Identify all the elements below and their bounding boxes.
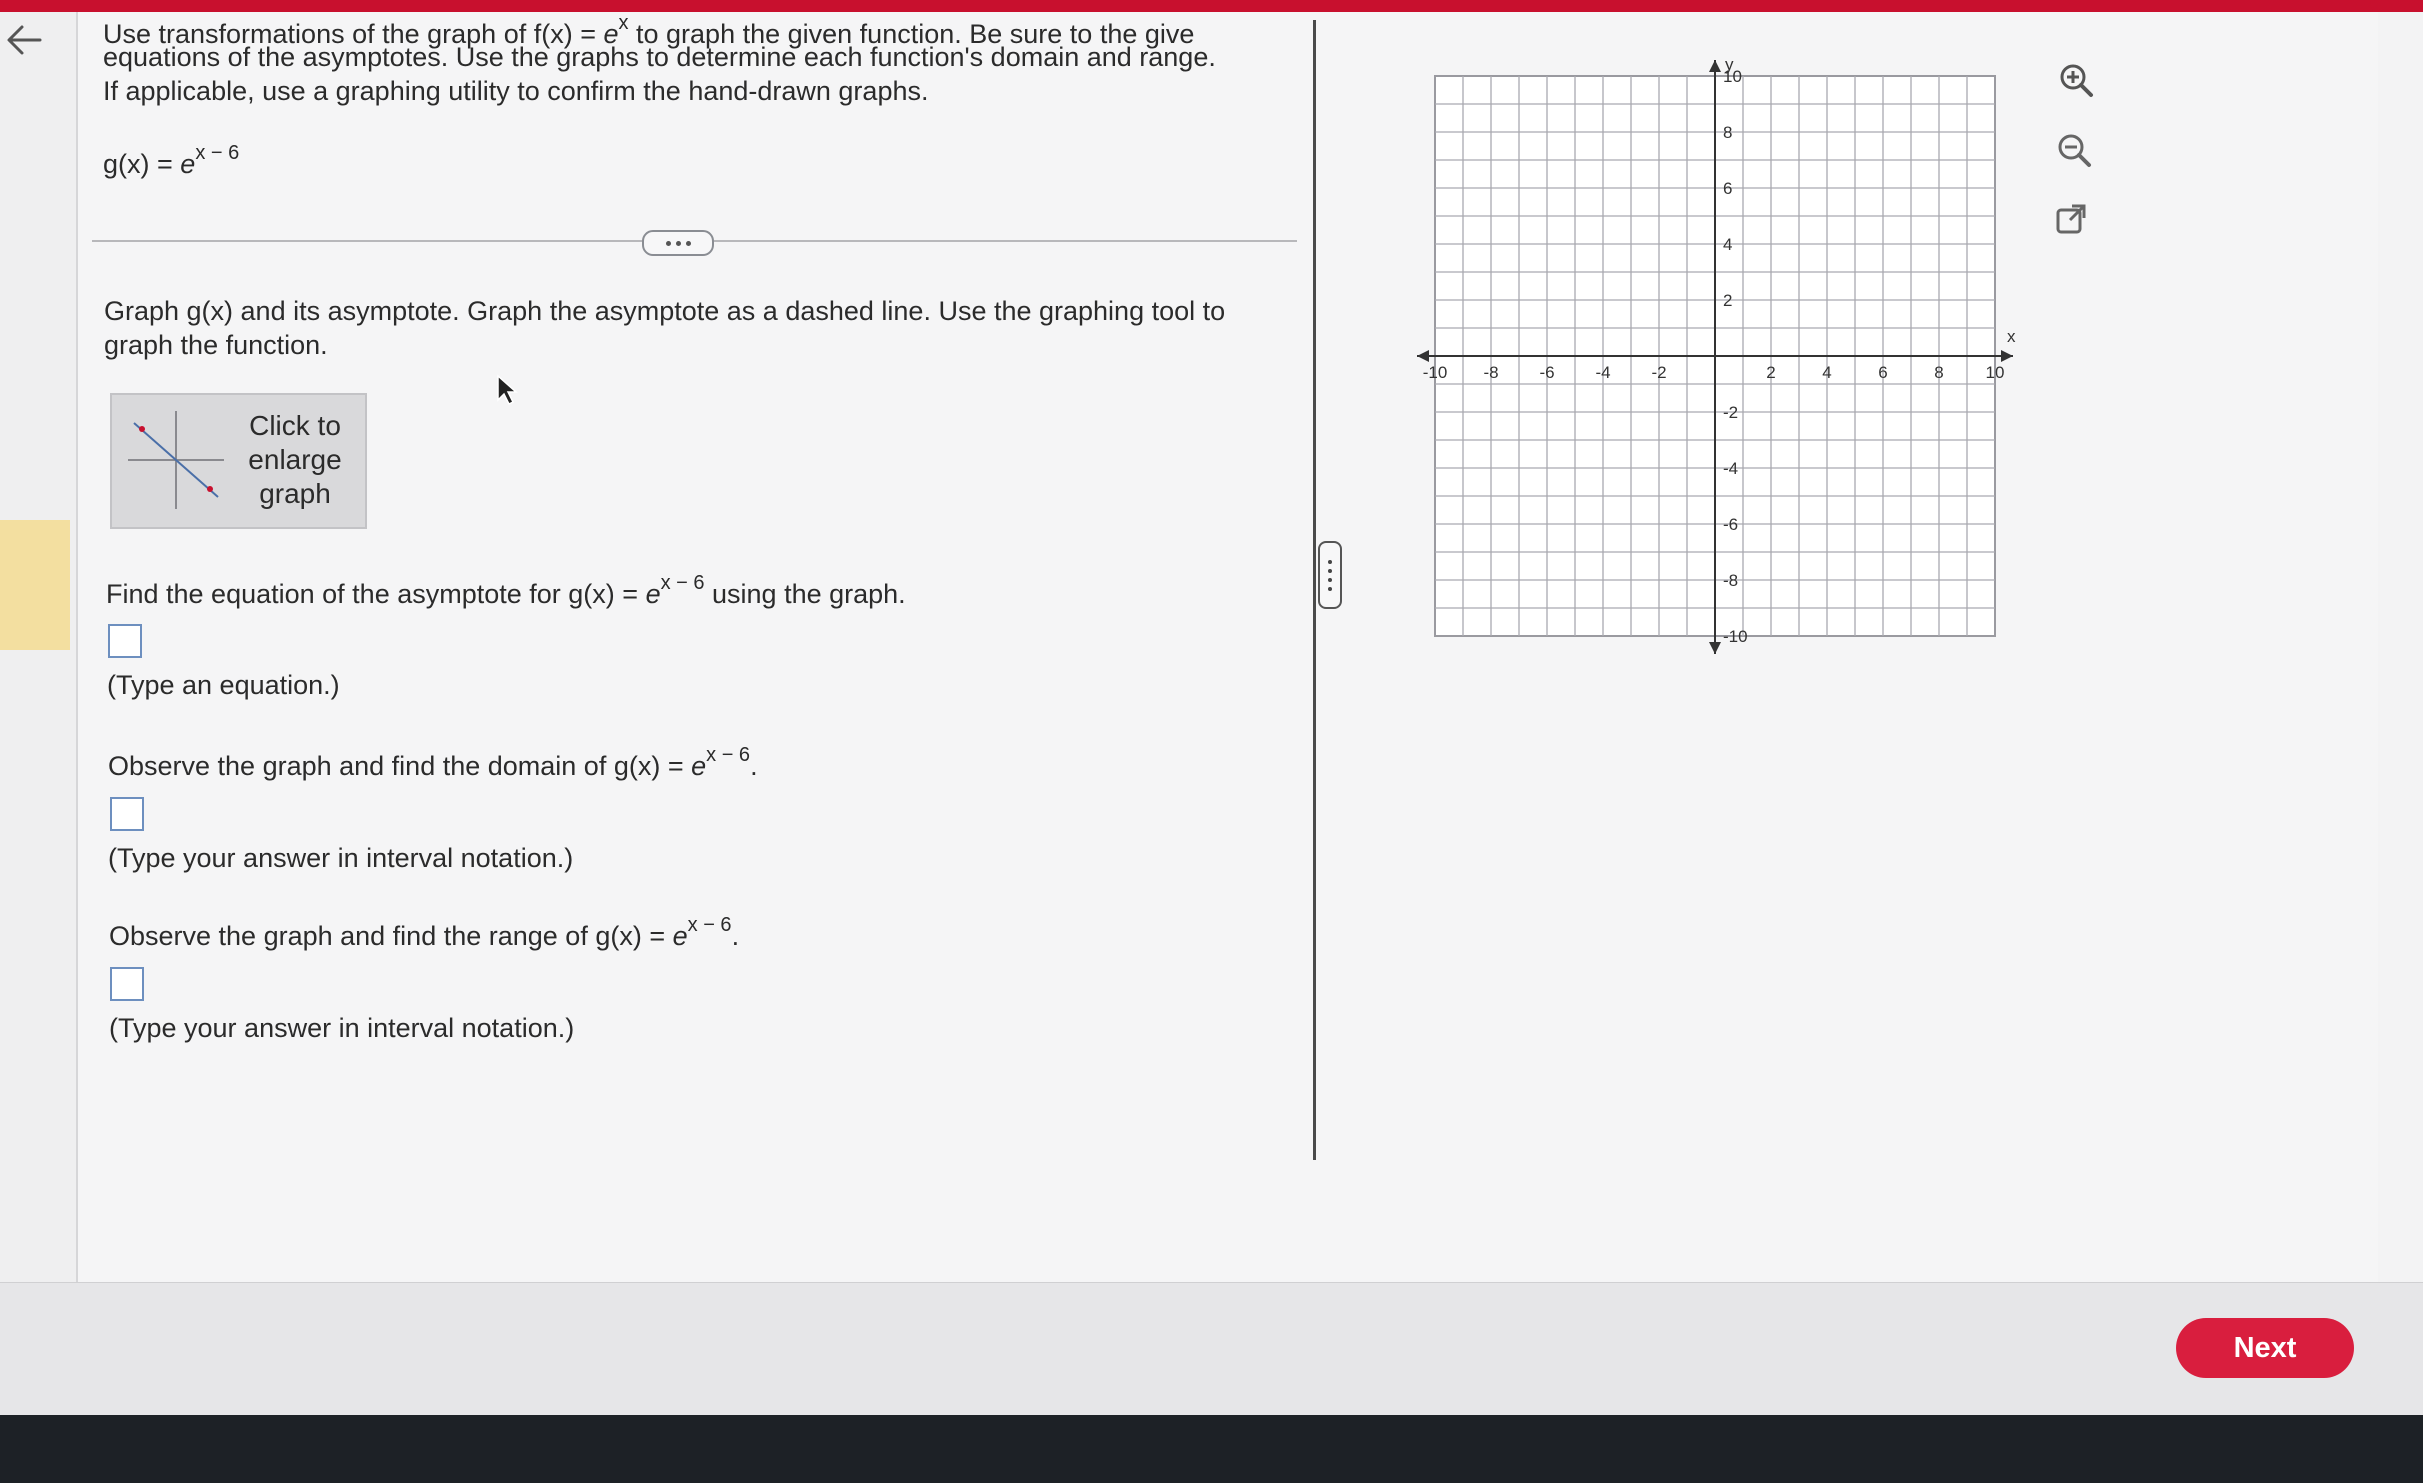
domain-answer-input[interactable] — [110, 797, 144, 831]
left-rail — [0, 12, 78, 1282]
question-intro-line-2: equations of the asymptotes. Use the gra… — [103, 42, 1216, 72]
footer-bar — [0, 1282, 2423, 1415]
mouse-cursor-icon — [497, 374, 518, 406]
x-tick-label: 8 — [1934, 363, 1943, 382]
y-axis-label: y — [1725, 55, 1734, 74]
x-tick-label: -4 — [1595, 363, 1610, 382]
x-axis-arrow-left — [1417, 350, 1429, 362]
enlarge-graph-button[interactable]: Click to enlarge graph — [110, 393, 367, 529]
enlarge-graph-label: Click to enlarge graph — [248, 410, 342, 509]
x-tick-label: 10 — [1986, 363, 2005, 382]
show-more-button[interactable] — [642, 230, 714, 256]
question-intro-line-3: If applicable, use a graphing utility to… — [103, 76, 929, 106]
range-answer-input[interactable] — [110, 967, 144, 1001]
y-tick-label: -2 — [1723, 403, 1738, 422]
y-tick-label: 2 — [1723, 291, 1732, 310]
pane-splitter[interactable] — [1313, 20, 1316, 1160]
y-tick-label: -4 — [1723, 459, 1738, 478]
x-tick-label: -8 — [1483, 363, 1498, 382]
graphing-area[interactable]: -10 -8 -6 -4 -2 2 4 6 8 10 10 8 6 4 2 -2 -4 -6 -8 -10 x y — [1395, 46, 2035, 686]
zoom-out-icon[interactable] — [2052, 128, 2096, 172]
asymptote-answer-input[interactable] — [108, 624, 142, 658]
x-tick-label: 6 — [1878, 363, 1887, 382]
y-tick-label: -10 — [1723, 627, 1748, 646]
screen: Use transformations of the graph of f(x)… — [0, 0, 2423, 1415]
x-tick-label: 4 — [1822, 363, 1831, 382]
next-button[interactable]: Next — [2176, 1318, 2354, 1378]
y-tick-label: 6 — [1723, 179, 1732, 198]
y-tick-label: -8 — [1723, 571, 1738, 590]
graph-instruction-line-1: Graph g(x) and its asymptote. Graph the … — [104, 296, 1226, 326]
x-axis-label: x — [2007, 327, 2016, 346]
domain-hint: (Type your answer in interval notation.) — [108, 843, 574, 873]
function-definition: g(x) = ex − 6 — [103, 142, 240, 179]
y-tick-label: 4 — [1723, 235, 1732, 254]
x-tick-label: -10 — [1423, 363, 1448, 382]
range-prompt: Observe the graph and find the range of … — [109, 914, 740, 951]
zoom-in-icon[interactable] — [2054, 58, 2098, 102]
splitter-handle[interactable] — [1318, 541, 1342, 609]
back-arrow-icon[interactable] — [2, 16, 50, 64]
rail-highlight — [0, 520, 70, 650]
x-tick-label: -6 — [1539, 363, 1554, 382]
asymptote-prompt: Find the equation of the asymptote for g… — [106, 572, 906, 609]
graph-instruction-line-2: graph the function. — [104, 330, 328, 360]
external-link-icon[interactable] — [2050, 198, 2094, 242]
y-axis-arrow-down — [1709, 642, 1721, 654]
x-axis-arrow-right — [2001, 350, 2013, 362]
x-tick-label: 2 — [1766, 363, 1775, 382]
graph-thumbnail-icon — [128, 411, 224, 509]
y-tick-label: 8 — [1723, 123, 1732, 142]
coordinate-grid[interactable]: -10 -8 -6 -4 -2 2 4 6 8 10108642-2-4-6-8-10xy — [1395, 46, 2035, 686]
domain-prompt: Observe the graph and find the domain of… — [108, 744, 758, 781]
x-tick-label: -2 — [1651, 363, 1666, 382]
asymptote-hint: (Type an equation.) — [107, 670, 340, 700]
y-tick-label: -6 — [1723, 515, 1738, 534]
y-axis-arrow-up — [1709, 60, 1721, 72]
range-hint: (Type your answer in interval notation.) — [109, 1013, 575, 1043]
